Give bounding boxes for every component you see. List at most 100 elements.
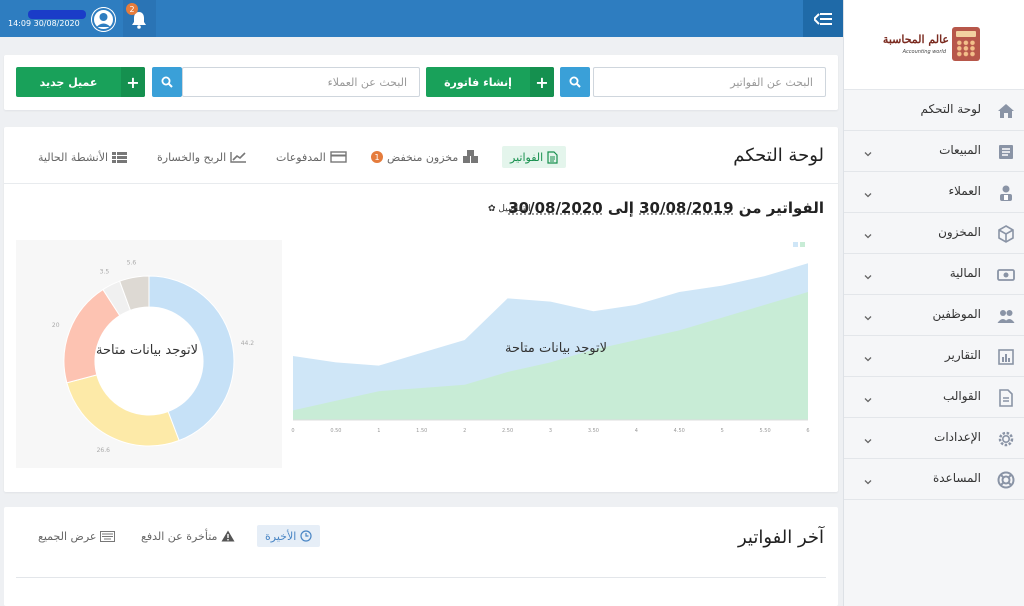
invoice-icon (547, 150, 558, 164)
tab-low-stock[interactable]: مخزون منخفض 1 (371, 146, 479, 168)
tab-invoices[interactable]: الفواتير (502, 146, 567, 168)
invoice-search-input[interactable]: البحث عن الفواتير (593, 67, 826, 97)
client-search-button[interactable] (152, 67, 182, 97)
x-tick-label: 3.50 (588, 428, 599, 434)
x-tick-label: 4 (635, 428, 638, 434)
client-search-placeholder: البحث عن العملاء (327, 76, 407, 89)
plus-icon: + (530, 67, 554, 97)
tab-current-activities[interactable]: الأنشطة الحالية (38, 146, 128, 168)
sidebar-item-3[interactable]: المخزون (844, 213, 1024, 254)
range-from-date[interactable]: 30/08/2019 (639, 199, 733, 217)
logo-text-english: Accounting world (902, 48, 946, 55)
sidebar-item-label: العملاء (948, 184, 981, 198)
money-icon (997, 266, 1015, 284)
sidebar-item-label: المبيعات (939, 143, 981, 157)
sidebar-item-label: التقارير (944, 348, 981, 362)
tab-payments-label: المدفوعات (276, 150, 326, 164)
sidebar-item-6[interactable]: التقارير (844, 336, 1024, 377)
low-stock-badge: 1 (371, 151, 383, 163)
sales-icon (997, 143, 1015, 161)
donut-slice-label: 20 (52, 322, 60, 329)
reports-icon (997, 348, 1015, 366)
tab-show-all[interactable]: عرض الجميع (38, 525, 116, 547)
tab-profit-loss-label: الربح والخسارة (157, 150, 227, 164)
invoice-search-button[interactable] (560, 67, 590, 97)
tab-invoices-label: الفواتير (510, 150, 544, 164)
donut-slice-label: 5.6 (127, 260, 137, 267)
chevron-down-icon (862, 309, 874, 321)
list-icon (112, 152, 128, 163)
recent-invoices-card: آخر الفواتير الأخيرة متأخرة عن الدفع عرض… (4, 507, 838, 606)
sidebar-item-7[interactable]: القوالب (844, 377, 1024, 418)
legend-marker (800, 242, 805, 247)
logo-text-arabic: عالم المحاسبة (882, 32, 949, 46)
donut-hole (95, 307, 203, 415)
recent-invoices-title: آخر الفواتير (737, 527, 824, 548)
notification-badge: 2 (126, 3, 138, 15)
datetime-label: 14:09 30/08/2020 (8, 19, 80, 28)
sidebar: عالم المحاسبة Accounting world لوحة التح… (843, 0, 1024, 606)
user-avatar-icon[interactable] (91, 7, 116, 32)
client-search-input[interactable]: البحث عن العملاء (182, 67, 420, 97)
create-invoice-button[interactable]: + إنشاء فاتورة (426, 67, 554, 97)
details-link[interactable]: التفاصيل ✿ (488, 204, 531, 214)
sidebar-item-1[interactable]: المبيعات (844, 131, 1024, 172)
tab-overdue[interactable]: متأخرة عن الدفع (141, 525, 235, 547)
sidebar-item-5[interactable]: الموظفين (844, 295, 1024, 336)
sidebar-item-4[interactable]: المالية (844, 254, 1024, 295)
sidebar-item-label: المخزون (938, 225, 981, 239)
invoice-search-placeholder: البحث عن الفواتير (730, 76, 813, 89)
chevron-down-icon (862, 186, 874, 198)
x-tick-label: 0 (291, 428, 294, 434)
sidebar-item-label: المساعدة (932, 471, 981, 485)
x-tick-label: 0.50 (330, 428, 341, 434)
chevron-down-icon (862, 473, 874, 485)
donut-no-data-label: لاتوجد بيانات متاحة (96, 343, 199, 358)
sidebar-item-2[interactable]: العملاء (844, 172, 1024, 213)
recent-invoices-divider (16, 577, 826, 578)
new-client-button[interactable]: + عميل جديد (16, 67, 145, 97)
sidebar-item-label: لوحة التحكم (920, 102, 982, 116)
x-tick-label: 1.50 (416, 428, 427, 434)
invoices-area-chart: 0 0.50 1 1.50 2 2.50 3 3.50 4 4.50 5 5.50 6 لاتوجد ب… (287, 242, 817, 442)
sidebar-item-label: المالية (949, 266, 981, 280)
x-tick-label: 4.50 (674, 428, 685, 434)
employees-icon (997, 307, 1015, 325)
gear-icon (997, 430, 1015, 448)
range-connector: إلى (607, 199, 634, 217)
tab-recent-label: الأخيرة (265, 529, 297, 543)
sidebar-item-label: القوالب (942, 389, 981, 403)
chevron-down-icon (862, 391, 874, 403)
donut-slice-label: 26.6 (97, 447, 111, 454)
dashboard-card: لوحة التحكم الفواتير مخزون منخفض 1 المدف… (4, 127, 838, 492)
invoices-range-heading: الفواتير من 30/08/2019 إلى 30/08/2020 (508, 199, 824, 217)
app-logo[interactable]: عالم المحاسبة Accounting world (883, 26, 980, 63)
card-divider (4, 183, 838, 184)
range-prefix: الفواتير من (738, 199, 824, 217)
sidebar-item-label: الموظفين (932, 307, 981, 321)
chevron-down-icon (862, 227, 874, 239)
template-icon (997, 389, 1015, 407)
sidebar-item-8[interactable]: الإعدادات (844, 418, 1024, 459)
warning-icon (221, 530, 235, 542)
donut-slice-label: 3.5 (100, 268, 110, 275)
x-tick-label: 5.50 (760, 428, 771, 434)
tab-low-stock-label: مخزون منخفض (387, 150, 459, 164)
sidebar-toggle-button[interactable] (803, 0, 843, 37)
tab-recent[interactable]: الأخيرة (257, 525, 321, 547)
tab-profit-loss[interactable]: الربح والخسارة (157, 146, 247, 168)
keyboard-icon (100, 530, 116, 542)
sidebar-item-0[interactable]: لوحة التحكم (844, 90, 1024, 131)
tab-current-activities-label: الأنشطة الحالية (38, 150, 109, 164)
details-label: التفاصيل (498, 204, 531, 214)
menu-collapse-icon (814, 12, 832, 25)
chart-line-icon (230, 152, 247, 163)
chevron-down-icon (862, 350, 874, 362)
donut-slice-label: 44.2 (241, 340, 255, 347)
new-client-label: عميل جديد (39, 75, 98, 89)
logo-area: عالم المحاسبة Accounting world (844, 0, 1024, 90)
x-tick-label: 2.50 (502, 428, 513, 434)
sidebar-item-9[interactable]: المساعدة (844, 459, 1024, 500)
invoices-donut-chart: 44.2 26.6 20 3.5 5.6 لاتوجد بيانات متاحة (16, 240, 282, 468)
tab-payments[interactable]: المدفوعات (276, 146, 347, 168)
